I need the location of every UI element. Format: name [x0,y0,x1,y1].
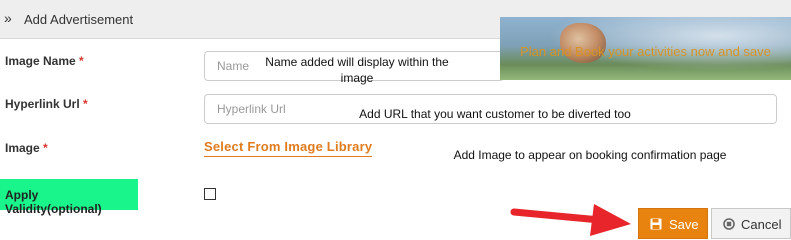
cancel-button[interactable]: Cancel [711,208,791,239]
select-from-image-library-link[interactable]: Select From Image Library [204,139,373,157]
hyperlink-url-label: Hyperlink Url * [5,97,88,111]
apply-validity-label: Apply Validity(optional) [5,188,102,216]
cancel-circle-icon [723,218,735,233]
required-mark: * [79,54,84,68]
hyperlink-url-label-text: Hyperlink Url [5,97,80,111]
image-label: Image * [5,141,48,155]
apply-validity-checkbox[interactable] [204,188,216,200]
banner-preview-image: Plan and Book your activities now and sa… [500,17,791,80]
red-arrow-annotation [510,204,631,236]
url-annotation: Add URL that you want customer to be div… [359,107,631,121]
image-name-label: Image Name * [5,54,84,68]
image-annotation: Add Image to appear on booking confirmat… [453,148,727,162]
apply-validity-highlight: Apply Validity(optional) [0,179,138,216]
image-label-text: Image [5,141,40,155]
save-button[interactable]: Save [638,208,708,239]
double-chevron-right-icon[interactable]: » [4,10,12,26]
name-annotation: Name added will display within the image [265,55,449,85]
required-mark: * [43,141,48,155]
banner-text: Plan and Book your activities now and sa… [520,44,771,59]
required-mark: * [83,97,88,111]
cancel-button-label: Cancel [741,217,782,232]
image-name-label-text: Image Name [5,54,76,68]
panel-title: Add Advertisement [24,12,134,27]
save-button-label: Save [669,217,699,232]
floppy-disk-icon [650,218,662,233]
